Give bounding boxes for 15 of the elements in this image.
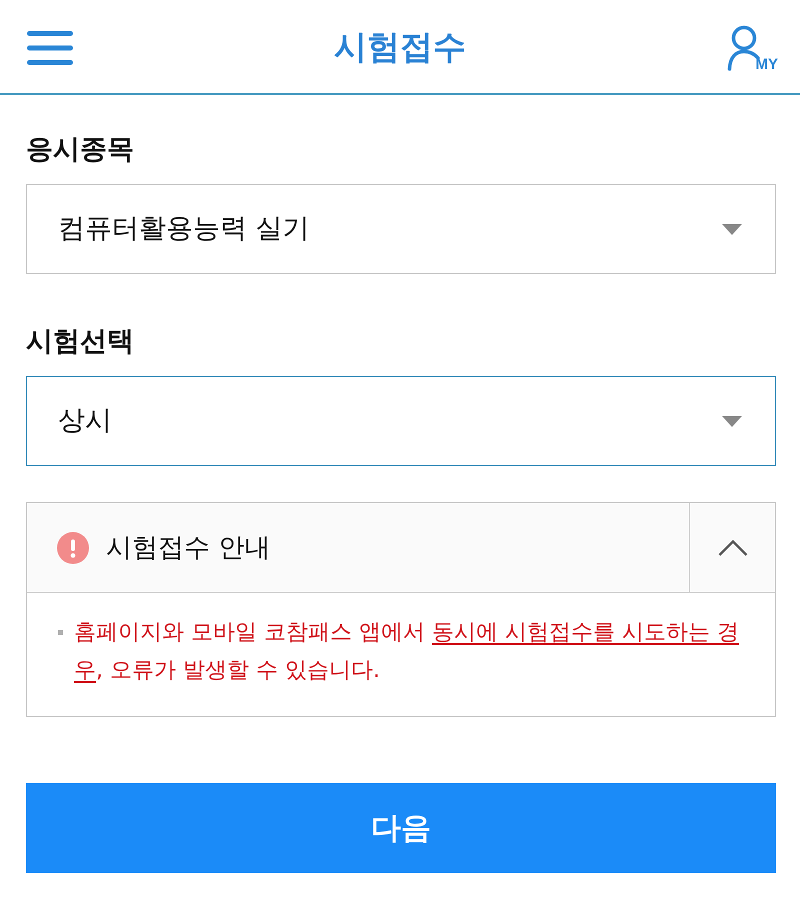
warning-icon [57, 532, 89, 564]
field-label: 응시종목 [26, 133, 134, 167]
select-field[interactable]: 상시 [26, 376, 776, 466]
select-field[interactable]: 컴퓨터활용능력 실기 [26, 184, 776, 274]
caret-icon [722, 224, 742, 234]
menu-button[interactable] [27, 30, 73, 64]
notice-title: 시험접수 안내 [106, 532, 272, 564]
page-title: 시험접수 [334, 26, 466, 68]
menu-icon [27, 30, 73, 64]
field-label: 시험선택 [26, 325, 134, 359]
chevron-up-icon [718, 540, 748, 556]
my-page-button[interactable]: MY [726, 24, 778, 70]
bullet-icon [58, 630, 63, 635]
caret-icon [722, 416, 742, 426]
notice-text: 홈페이지와 모바일 코참패스 앱에서 동시에 시험접수를 시도하는 경우, 오류가 발생할 수 있습니다. [74, 619, 740, 685]
